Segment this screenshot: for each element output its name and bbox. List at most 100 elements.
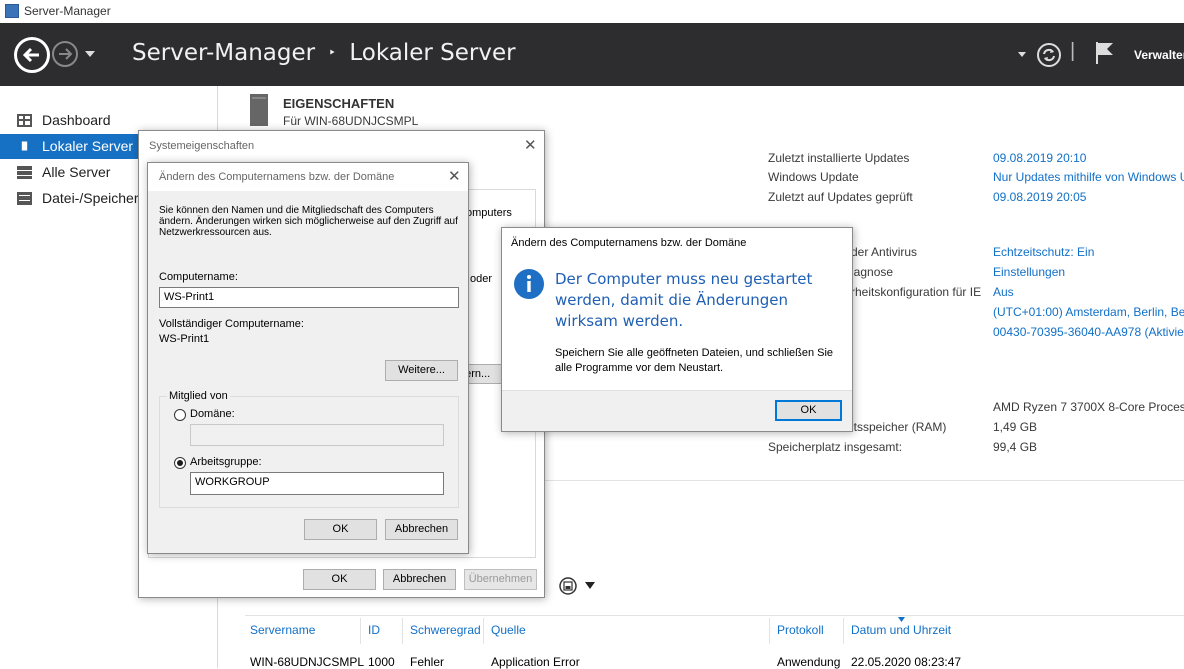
property-key: iagnose (851, 265, 894, 279)
window-titlebar: Server-Manager (0, 0, 1184, 23)
cell-source: Application Error (491, 655, 580, 669)
partial-text: oder (470, 273, 493, 285)
column-header-datetime[interactable]: Datum und Uhrzeit (851, 623, 951, 637)
save-query-icon[interactable] (559, 577, 577, 595)
column-separator (769, 618, 770, 644)
column-header-log[interactable]: Protokoll (777, 623, 824, 637)
property-value-link[interactable]: 00430-70395-36040-AA978 (Aktivier (993, 325, 1184, 339)
storage-icon (17, 192, 32, 205)
cell-datetime: 22.05.2020 08:23:47 (851, 655, 962, 669)
breadcrumb-root[interactable]: Server-Manager (132, 40, 315, 66)
breadcrumb: Server-Manager ‣ Lokaler Server (132, 40, 516, 66)
computername-input[interactable]: WS-Print1 (159, 287, 459, 308)
dashboard-icon (17, 114, 32, 127)
property-key: der Antivirus (851, 245, 918, 259)
ok-button[interactable]: OK (304, 519, 377, 540)
column-header-severity[interactable]: Schweregrad (410, 623, 481, 637)
property-value-link[interactable]: 09.08.2019 20:05 (993, 190, 1086, 204)
property-value-link[interactable]: Aus (993, 285, 1014, 299)
cell-id: 1000 (368, 655, 395, 669)
property-value-link[interactable]: Einstellungen (993, 265, 1065, 279)
partial-tab-text: omputers (466, 207, 512, 219)
manage-menu[interactable]: Verwalten (1134, 48, 1184, 62)
cell-log: Anwendung (777, 655, 841, 669)
close-icon[interactable]: ✕ (448, 167, 461, 185)
refresh-dropdown-icon[interactable] (1017, 51, 1027, 58)
fullname-label: Vollständiger Computername: (159, 318, 304, 330)
property-key: Speicherplatz insgesamt: (768, 440, 903, 454)
sidebar-item-label: Alle Server (42, 164, 111, 180)
breadcrumb-separator-icon: ‣ (328, 46, 337, 61)
property-key: Zuletzt installierte Updates (768, 151, 910, 165)
properties-heading: EIGENSCHAFTEN (283, 96, 395, 111)
sort-desc-icon (898, 617, 905, 622)
column-separator (483, 618, 484, 644)
restart-message-box: Ändern des Computernamens bzw. der Domän… (501, 227, 853, 432)
arrow-left-icon (22, 47, 39, 63)
property-value: 1,49 GB (993, 420, 1038, 434)
property-value-link[interactable]: (UTC+01:00) Amsterdam, Berlin, Bern (993, 305, 1184, 319)
properties-subheading: Für WIN-68UDNJCSMPL (283, 114, 419, 128)
fullname-value: WS-Print1 (159, 333, 210, 345)
sidebar-item-label: Datei-/Speicher (42, 190, 139, 206)
property-value-link[interactable]: Nur Updates mithilfe von Windows U (993, 170, 1184, 184)
header-divider: | (1070, 40, 1076, 62)
server-manager-app-icon (5, 4, 19, 18)
sidebar-item-label: Lokaler Server (42, 138, 134, 154)
info-icon (514, 269, 544, 299)
sidebar-item-label: Dashboard (42, 112, 111, 128)
property-key: itsspeicher (RAM) (851, 420, 947, 434)
message-main: Der Computer muss neu gestartet werden, … (555, 270, 813, 330)
cancel-button[interactable]: Abbrechen (385, 519, 458, 540)
property-value-link[interactable]: 09.08.2019 20:10 (993, 151, 1086, 165)
dialog-title: Ändern des Computernamens bzw. der Domän… (159, 171, 395, 183)
column-header-servername[interactable]: Servername (250, 623, 315, 637)
property-key: rheitskonfiguration für IE (851, 285, 982, 299)
column-separator (402, 618, 403, 644)
domain-radio[interactable] (174, 409, 186, 421)
section-divider (545, 480, 1184, 481)
cell-servername: WIN-68UDNJCSMPL (250, 655, 365, 669)
workgroup-label: Arbeitsgruppe: (190, 456, 262, 468)
forward-button[interactable] (52, 41, 78, 67)
dialog-title: Ändern des Computernamens bzw. der Domän… (511, 237, 747, 249)
column-separator (843, 618, 844, 644)
servers-icon (17, 166, 32, 179)
computername-label: Computername: (159, 271, 238, 283)
cell-severity: Fehler (410, 655, 445, 669)
member-of-label: Mitglied von (167, 390, 230, 402)
breadcrumb-page: Lokaler Server (349, 40, 516, 66)
notifications-flag-icon[interactable] (1094, 40, 1116, 66)
dialog-description: Sie können den Namen und die Mitgliedsch… (159, 205, 458, 238)
query-dropdown-icon[interactable] (585, 582, 595, 589)
header-bar: Server-Manager ‣ Lokaler Server | Verwal… (0, 23, 1184, 86)
ok-button[interactable]: OK (775, 400, 842, 421)
apply-button[interactable]: Übernehmen (464, 569, 537, 590)
window-title: Server-Manager (24, 4, 111, 18)
domain-input[interactable] (190, 424, 444, 446)
domain-label: Domäne: (190, 408, 235, 420)
property-value-link[interactable]: Echtzeitschutz: Ein (993, 245, 1094, 259)
property-key: Zuletzt auf Updates geprüft (768, 190, 913, 204)
cancel-button[interactable]: Abbrechen (383, 569, 456, 590)
column-header-source[interactable]: Quelle (491, 623, 526, 637)
arrow-right-icon (59, 48, 73, 60)
message-detail: Speichern Sie alle geöffneten Dateien, u… (555, 347, 834, 374)
more-button[interactable]: Weitere... (385, 360, 458, 381)
property-key: Windows Update (768, 170, 859, 184)
workgroup-radio[interactable] (174, 457, 186, 469)
back-button[interactable] (14, 37, 50, 73)
server-icon (21, 141, 28, 151)
close-icon[interactable]: ✕ (524, 136, 537, 154)
column-header-id[interactable]: ID (368, 623, 380, 637)
property-value: 99,4 GB (993, 440, 1038, 454)
history-dropdown-icon[interactable] (84, 50, 96, 58)
refresh-icon[interactable] (1036, 42, 1062, 68)
workgroup-input[interactable]: WORKGROUP (190, 472, 444, 495)
column-separator (360, 618, 361, 644)
table-top-border (245, 615, 1184, 616)
computer-name-dialog: Ändern des Computernamens bzw. der Domän… (147, 162, 469, 554)
server-tower-icon (250, 94, 268, 126)
dialog-title: Systemeigenschaften (149, 140, 255, 152)
ok-button[interactable]: OK (303, 569, 376, 590)
